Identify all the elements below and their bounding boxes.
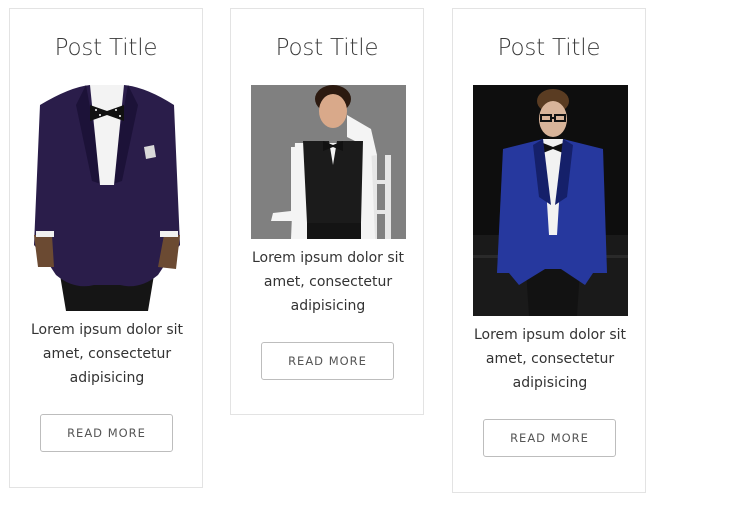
- post-title: Post Title: [275, 35, 379, 61]
- read-more-button[interactable]: READ MORE: [483, 419, 616, 457]
- post-image[interactable]: [473, 85, 628, 316]
- post-excerpt: Lorem ipsum dolor sit amet, consectetur …: [473, 327, 627, 391]
- post-card: Post Title Lorem ipsum dolor sit amet, c…: [9, 8, 203, 488]
- post-title: Post Title: [497, 35, 601, 61]
- post-card: Post Title Lorem ipsum dolor sit amet, c…: [452, 8, 646, 493]
- post-image[interactable]: [251, 85, 406, 239]
- post-excerpt: Lorem ipsum dolor sit amet, consectetur …: [251, 250, 405, 314]
- post-card: Post Title Lorem ipsum dolor sit amet, c…: [230, 8, 424, 415]
- read-more-button[interactable]: READ MORE: [40, 414, 173, 452]
- read-more-button[interactable]: READ MORE: [261, 342, 394, 380]
- post-excerpt: Lorem ipsum dolor sit amet, consectetur …: [30, 322, 184, 386]
- post-title: Post Title: [54, 35, 158, 61]
- post-image[interactable]: [30, 85, 184, 311]
